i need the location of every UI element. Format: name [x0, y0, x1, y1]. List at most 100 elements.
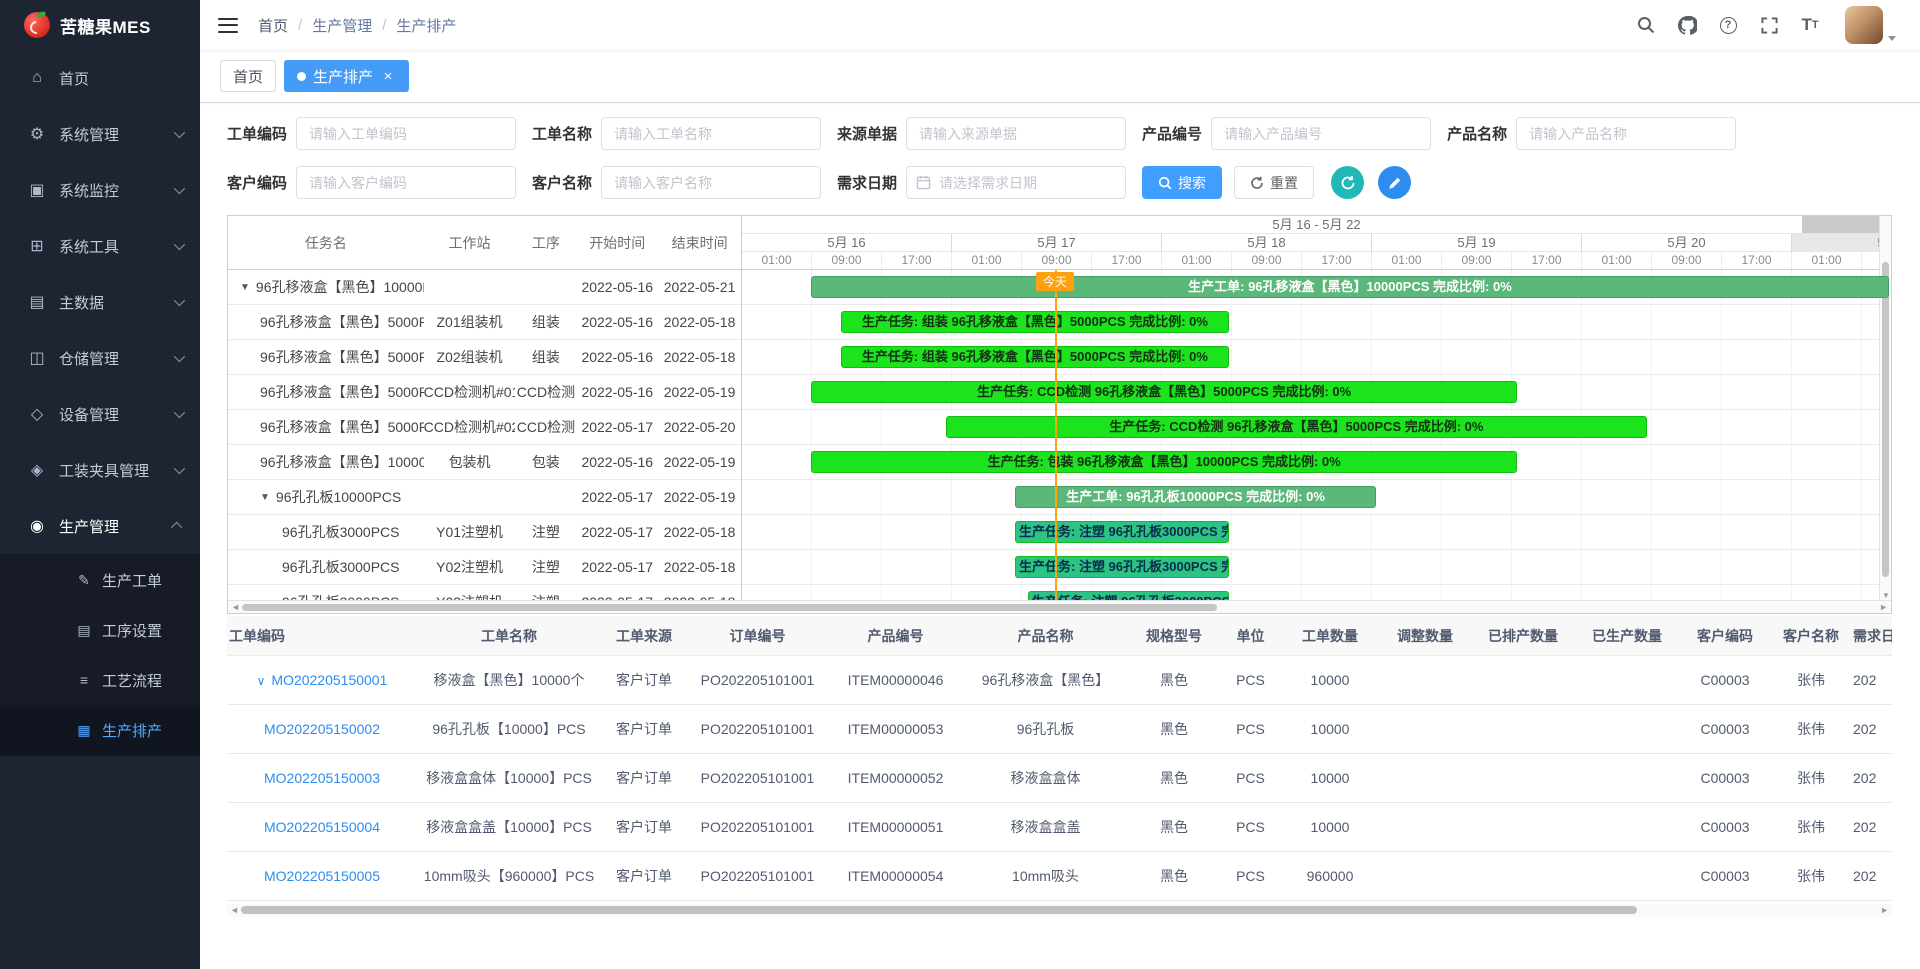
- gantt-bar[interactable]: 生产任务: 组装 96孔移液盒【黑色】5000PCS 完成比例: 0%: [841, 311, 1230, 333]
- orders-horizontal-scrollbar[interactable]: ◄ ►: [227, 904, 1892, 917]
- order-link[interactable]: MO202205150002: [264, 721, 380, 737]
- gantt-bar[interactable]: 生产工单: 96孔孔板10000PCS 完成比例: 0%: [1015, 486, 1376, 508]
- scroll-right-icon[interactable]: ►: [1879, 602, 1888, 612]
- filter-input[interactable]: [296, 117, 516, 150]
- gantt-horizontal-scrollbar[interactable]: ◄ ►: [228, 600, 1891, 613]
- sidebar-item-3[interactable]: ⊞系统工具: [0, 218, 200, 274]
- filter-input[interactable]: [906, 117, 1126, 150]
- orders-cell-name: 移液盒盒体【10000】PCS: [417, 768, 601, 788]
- order-link[interactable]: MO202205150003: [264, 770, 380, 786]
- sidebar-toggle-icon[interactable]: [218, 18, 238, 33]
- scale-day: 5月 20: [1582, 234, 1792, 252]
- github-icon[interactable]: [1675, 13, 1699, 37]
- scroll-down-icon[interactable]: ▼: [1882, 591, 1890, 600]
- gantt-grid-row[interactable]: 96孔移液盒【黑色】5000PCSZ01组装机组装2022-05-162022-…: [228, 305, 741, 340]
- gantt-grid-row[interactable]: 96孔孔板3000PCSY03注塑机注塑2022-05-172022-05-18: [228, 585, 741, 600]
- gantt-bar[interactable]: 生产任务: CCD检测 96孔移液盒【黑色】5000PCS 完成比例: 0%: [946, 416, 1647, 438]
- gantt-vscroll-thumb[interactable]: [1882, 262, 1889, 577]
- gantt-cell: 包装机: [424, 452, 516, 472]
- gantt-grid-row[interactable]: ▼96孔孔板10000PCS2022-05-172022-05-19: [228, 480, 741, 515]
- today-marker-label: 今天: [1036, 272, 1074, 291]
- app-logo[interactable]: 苦糖果MES: [0, 0, 200, 50]
- gantt-grid-row[interactable]: ▼96孔移液盒【黑色】10000PCS2022-05-162022-05-21: [228, 270, 741, 305]
- orders-column-order_no: 订单编号: [687, 626, 828, 646]
- sidebar-subitem-0[interactable]: ✎生产工单: [0, 555, 200, 605]
- gantt-grid-row[interactable]: 96孔孔板3000PCSY02注塑机注塑2022-05-172022-05-18: [228, 550, 741, 585]
- scroll-right-icon[interactable]: ►: [1880, 905, 1889, 915]
- filter-input-wrap: [906, 166, 1126, 199]
- scroll-left-icon[interactable]: ◄: [231, 602, 240, 612]
- refresh-schedule-button[interactable]: [1331, 166, 1364, 199]
- sidebar-item-6[interactable]: ◇设备管理: [0, 386, 200, 442]
- sidebar-item-0[interactable]: ⌂首页: [0, 50, 200, 106]
- orders-hscroll-thumb[interactable]: [241, 906, 1637, 914]
- breadcrumb: 首页/生产管理/生产排产: [258, 15, 456, 36]
- chevron-icon: [171, 522, 182, 533]
- task-name: 96孔孔板3000PCS: [282, 592, 400, 600]
- filter-input[interactable]: [906, 166, 1126, 199]
- reset-button[interactable]: 重置: [1234, 166, 1314, 199]
- gantt-grid-row[interactable]: 96孔孔板3000PCSY01注塑机注塑2022-05-172022-05-18: [228, 515, 741, 550]
- sidebar-item-1[interactable]: ⚙系统管理: [0, 106, 200, 162]
- fullscreen-icon[interactable]: [1757, 13, 1781, 37]
- sidebar-subitem-1[interactable]: ▤工序设置: [0, 605, 200, 655]
- gantt-bar[interactable]: 生产任务: 包装 96孔移液盒【黑色】10000PCS 完成比例: 0%: [811, 451, 1517, 473]
- filter-input[interactable]: [601, 117, 821, 150]
- search-icon[interactable]: [1634, 13, 1658, 37]
- sidebar-subitem-3[interactable]: ▦生产排产: [0, 705, 200, 755]
- order-link[interactable]: MO202205150001: [271, 672, 387, 688]
- gantt-grid-row[interactable]: 96孔移液盒【黑色】10000PCS包装机包装2022-05-162022-05…: [228, 445, 741, 480]
- gantt-grid-row[interactable]: 96孔移液盒【黑色】5000PCSCCD检测机#01CCD检测2022-05-1…: [228, 375, 741, 410]
- row-expand-icon[interactable]: ∨: [257, 674, 266, 688]
- gantt-cell: Z01组装机: [424, 312, 516, 332]
- gantt-bar[interactable]: 生产任务: 注塑 96孔孔板3000PCS 完成比例: 0%: [1028, 591, 1230, 600]
- sidebar-item-8[interactable]: ◉生产管理: [0, 498, 200, 554]
- filter-input-wrap: [906, 117, 1126, 150]
- expander-icon[interactable]: ▼: [260, 492, 270, 503]
- filter-input[interactable]: [1516, 117, 1736, 150]
- font-size-icon[interactable]: TT: [1798, 13, 1822, 37]
- gantt-cell: CCD检测: [515, 382, 576, 402]
- scale-hour: 17:00: [1302, 252, 1372, 269]
- filter-input[interactable]: [296, 166, 516, 199]
- filter-input-wrap: [601, 166, 821, 199]
- breadcrumb-item[interactable]: 生产管理: [312, 15, 372, 36]
- help-icon[interactable]: ?: [1716, 13, 1740, 37]
- expander-icon[interactable]: ▼: [240, 282, 250, 293]
- order-link[interactable]: MO202205150004: [264, 819, 380, 835]
- user-menu[interactable]: [1845, 6, 1896, 44]
- gantt-vertical-scrollbar[interactable]: ▼: [1879, 216, 1891, 600]
- breadcrumb-item[interactable]: 首页: [258, 15, 288, 36]
- orders-cell-demand_date: 202: [1851, 868, 1892, 884]
- scroll-left-icon[interactable]: ◄: [230, 905, 239, 915]
- edit-schedule-button[interactable]: [1378, 166, 1411, 199]
- monitor-icon: ▣: [27, 180, 47, 200]
- sidebar-item-5[interactable]: ◫仓储管理: [0, 330, 200, 386]
- sidebar-item-7[interactable]: ◈工装夹具管理: [0, 442, 200, 498]
- breadcrumb-item[interactable]: 生产排产: [396, 15, 456, 36]
- gantt-bar[interactable]: 生产任务: 注塑 96孔孔板3000PCS 完成比例: 0%: [1015, 521, 1229, 543]
- order-link[interactable]: MO202205150005: [264, 868, 380, 884]
- sidebar-subitem-2[interactable]: ≡工艺流程: [0, 655, 200, 705]
- gantt-bar[interactable]: 生产任务: CCD检测 96孔移液盒【黑色】5000PCS 完成比例: 0%: [811, 381, 1517, 403]
- tab-close-icon[interactable]: ×: [380, 68, 396, 84]
- filter-input[interactable]: [601, 166, 821, 199]
- tab-1[interactable]: 生产排产×: [284, 60, 409, 92]
- sidebar-item-2[interactable]: ▣系统监控: [0, 162, 200, 218]
- gantt-cell: Z02组装机: [424, 347, 516, 367]
- gantt-bar[interactable]: 生产任务: 组装 96孔移液盒【黑色】5000PCS 完成比例: 0%: [841, 346, 1230, 368]
- scale-hour: 01:00: [742, 252, 812, 269]
- tab-active-dot: [297, 72, 306, 81]
- gantt-grid-row[interactable]: 96孔移液盒【黑色】5000PCSZ02组装机组装2022-05-162022-…: [228, 340, 741, 375]
- filter-label: 产品编号: [1142, 123, 1202, 144]
- gantt-grid-row[interactable]: 96孔移液盒【黑色】5000PCSCCD检测机#02CCD检测2022-05-1…: [228, 410, 741, 445]
- orders-cell-order_no: PO202205101001: [687, 770, 828, 786]
- gantt-bar[interactable]: 生产任务: 注塑 96孔孔板3000PCS 完成比例: 0%: [1015, 556, 1229, 578]
- gear-icon: ⚙: [27, 124, 47, 144]
- gantt-hscroll-thumb[interactable]: [242, 604, 1217, 611]
- gantt-bar[interactable]: 生产工单: 96孔移液盒【黑色】10000PCS 完成比例: 0%: [811, 276, 1888, 298]
- search-button[interactable]: 搜索: [1142, 166, 1222, 199]
- sidebar-item-4[interactable]: ▤主数据: [0, 274, 200, 330]
- filter-input[interactable]: [1211, 117, 1431, 150]
- tab-0[interactable]: 首页: [220, 60, 276, 92]
